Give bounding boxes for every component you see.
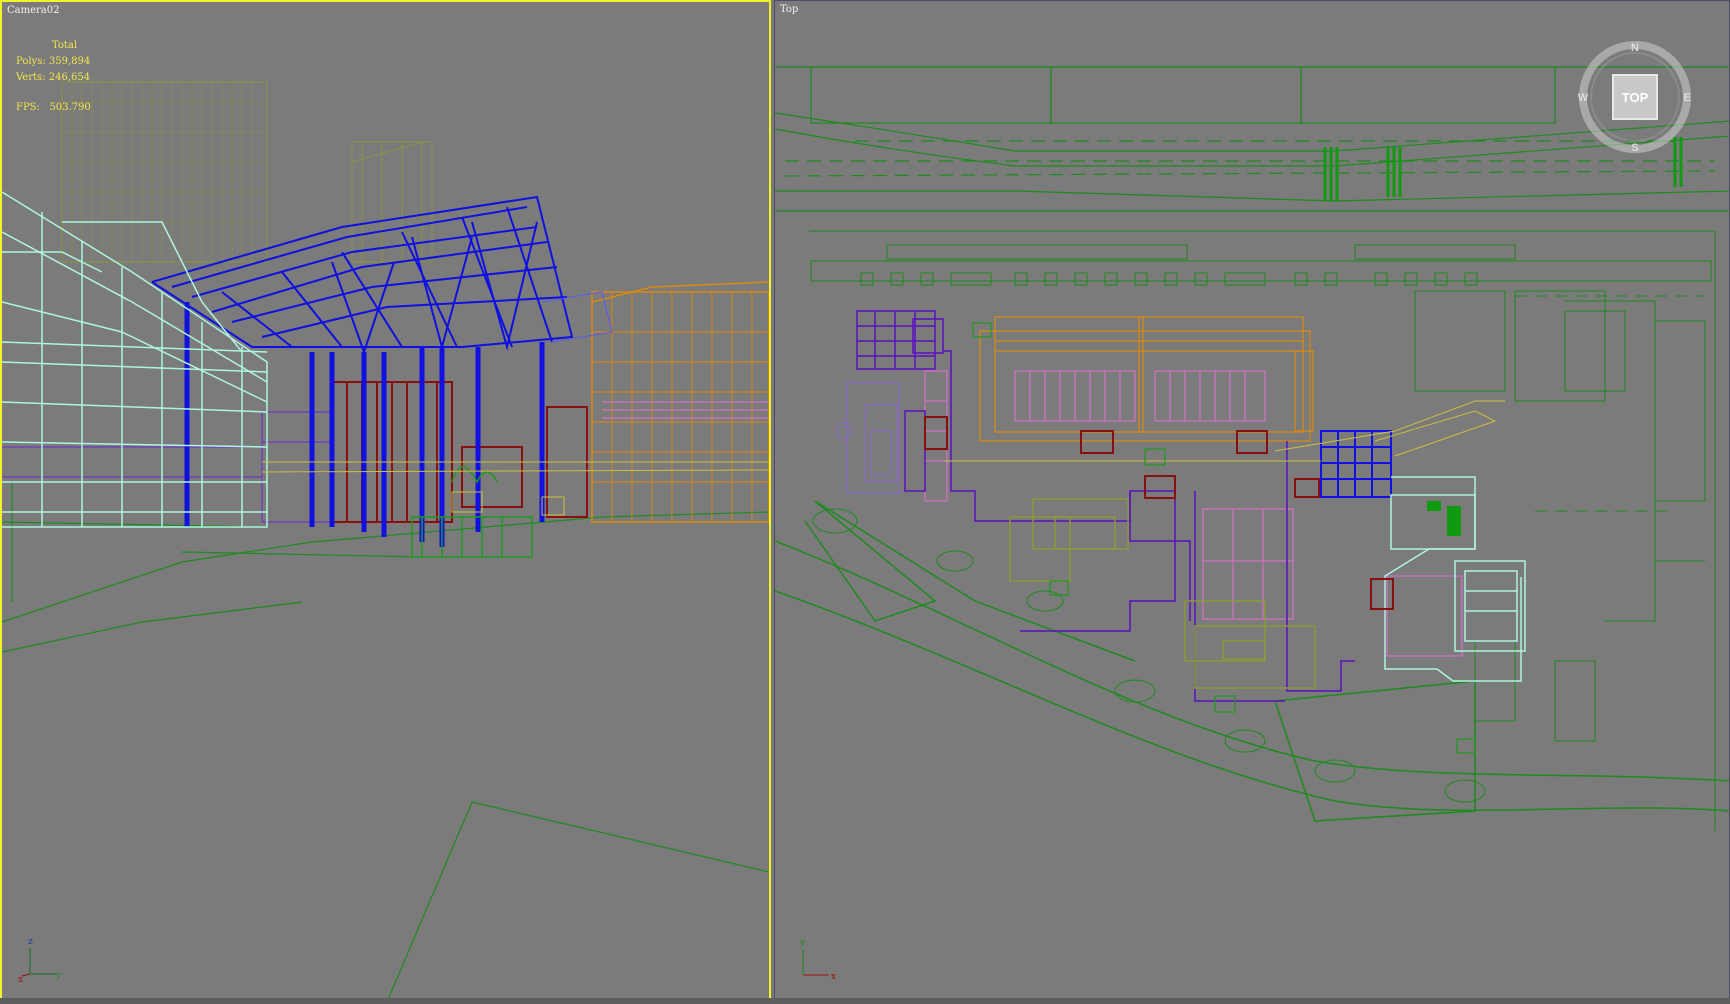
purple-structure: [2, 411, 333, 523]
distant-buildings: [61, 81, 433, 263]
compass-s: S: [1631, 142, 1638, 154]
perspective-wireframe-scene: [2, 81, 769, 1002]
polys-label: Polys:: [16, 56, 46, 67]
orange-building: [591, 281, 769, 523]
viewport-label[interactable]: Camera02: [7, 5, 59, 16]
viewport-bottom-strip: [0, 998, 1730, 1004]
axis-x-label: x: [18, 975, 23, 984]
stats-total-label: Total: [52, 40, 78, 51]
site-outline: [809, 230, 1716, 831]
stats-polys: Polys: 359,894: [16, 54, 91, 70]
polys-value: 359,894: [48, 56, 91, 67]
viewport-label[interactable]: Top: [780, 4, 798, 15]
purple-structures: [856, 310, 1355, 702]
axis-y-label: y: [799, 938, 806, 948]
stats-verts: Verts: 246,654: [16, 70, 91, 86]
red-markers: [924, 416, 1394, 610]
compass-n: N: [1631, 42, 1639, 54]
camera-viewport[interactable]: Camera02 Total Polys: 359,894 Verts: 246…: [0, 0, 771, 1004]
fps-label: FPS:: [16, 102, 40, 113]
axis-y-label: y: [55, 971, 62, 981]
axis-x-label: x: [831, 972, 836, 982]
statistics-overlay: Total Polys: 359,894 Verts: 246,654 FPS:…: [16, 38, 91, 116]
viewcube-face-label: TOP: [1622, 90, 1649, 105]
stats-fps: FPS: 503.790: [16, 100, 91, 116]
viewcube[interactable]: TOP N W E S: [1577, 39, 1693, 155]
green-fill: [1427, 501, 1461, 536]
verts-value: 246,654: [48, 72, 91, 83]
axis-tripod: z x y: [18, 937, 62, 984]
fps-value: 503.790: [49, 102, 91, 113]
yellow-rail: [945, 400, 1505, 462]
red-blocks: [331, 381, 588, 523]
compass-e: E: [1683, 92, 1690, 104]
lavender-structure: [835, 382, 900, 494]
ground-lines: [2, 482, 769, 1002]
axis-z-label: z: [28, 937, 33, 947]
top-viewport[interactable]: Top TOP N W E S y x: [774, 0, 1730, 1004]
blue-grid-block: [1320, 430, 1392, 498]
verts-label: Verts:: [16, 72, 46, 83]
compass-w: W: [1578, 92, 1589, 104]
axis-tripod: y x: [799, 938, 836, 982]
